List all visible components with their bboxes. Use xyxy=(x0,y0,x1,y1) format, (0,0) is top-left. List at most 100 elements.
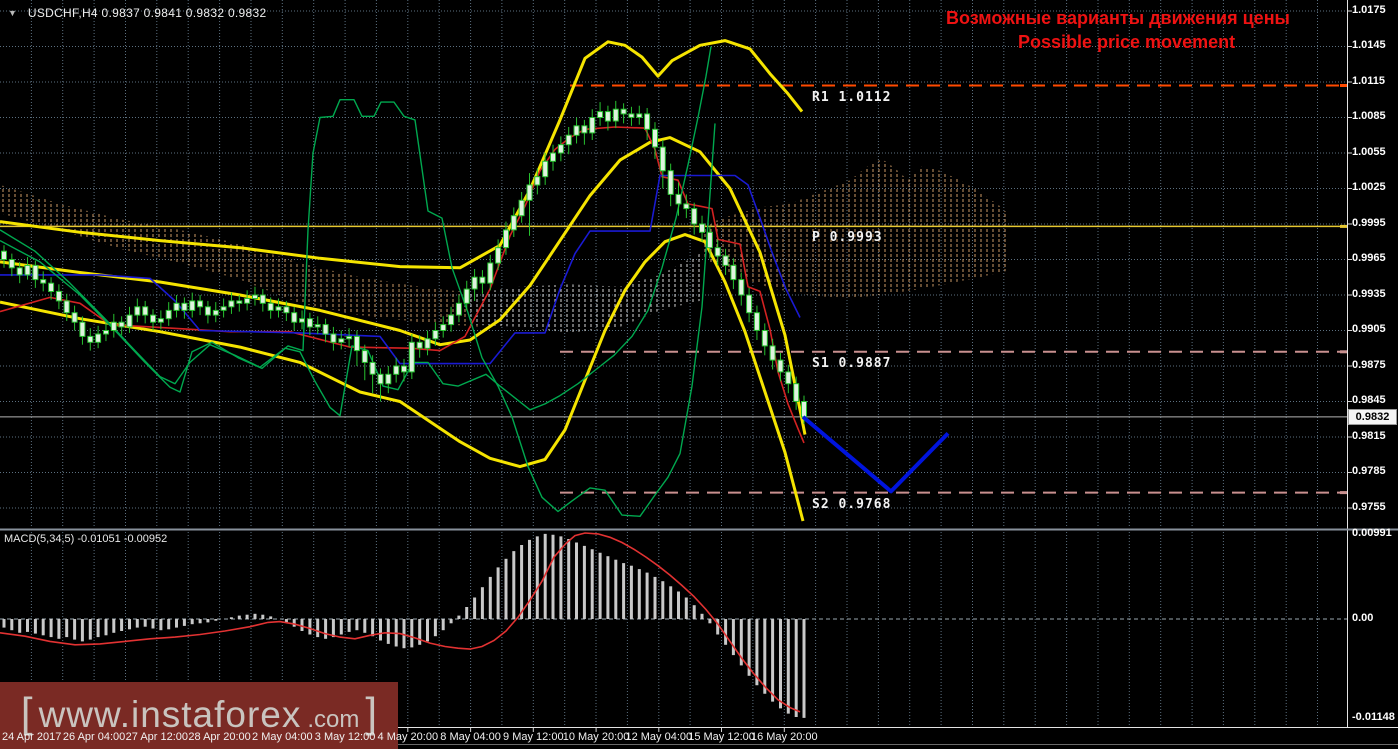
price-axis-label: 0.9995 xyxy=(1352,216,1386,229)
candle-body xyxy=(785,371,792,385)
level-axis-mark xyxy=(1340,84,1347,87)
candle-body xyxy=(557,144,564,154)
candle-body xyxy=(220,306,227,311)
candle-body xyxy=(40,279,47,284)
candle-body xyxy=(471,276,478,290)
level-label-s1: S1 0.9887 xyxy=(812,355,892,371)
candle-body xyxy=(8,259,15,269)
candle-body xyxy=(95,333,102,343)
candle-body xyxy=(652,128,658,148)
candle-body xyxy=(236,300,243,304)
macd-axis-label: -0.01148 xyxy=(1352,710,1395,723)
candle-body xyxy=(118,321,125,328)
candle-body xyxy=(777,359,784,373)
price-axis-label: 1.0175 xyxy=(1352,4,1386,16)
candle-body xyxy=(448,314,455,326)
candle-body xyxy=(338,338,345,343)
candle-body xyxy=(495,247,502,264)
macd-axis-label: 0.00 xyxy=(1352,612,1374,624)
level-label-r1: R1 1.0112 xyxy=(812,89,892,105)
candle-body xyxy=(299,318,305,323)
price-axis-label: 1.0055 xyxy=(1352,145,1386,158)
price-axis-label: 0.9905 xyxy=(1352,323,1386,336)
candle-body xyxy=(16,267,23,276)
time-axis-label: 16 May 20:00 xyxy=(750,731,818,743)
candle-body xyxy=(110,321,117,332)
candle-body xyxy=(142,306,149,316)
candle-body xyxy=(283,306,290,314)
time-axis-label: 12 May 04:00 xyxy=(625,731,693,743)
candle-body xyxy=(259,294,266,304)
candle-body xyxy=(385,373,392,385)
price-axis-label: 1.0115 xyxy=(1352,74,1386,87)
candle-body xyxy=(267,302,274,311)
candle-body xyxy=(620,108,627,115)
price-axis-label: 0.9785 xyxy=(1352,465,1386,478)
candle-body xyxy=(636,113,643,118)
candle-body xyxy=(706,231,713,249)
time-axis-label: 15 May 12:00 xyxy=(688,731,755,743)
price-projection-line xyxy=(801,415,950,494)
symbol-title: ▼ USDCHF,H4 0.9837 0.9841 0.9832 0.9832 xyxy=(8,6,266,20)
level-axis-mark xyxy=(1340,491,1347,495)
candle-body xyxy=(134,306,141,316)
time-axis-label: 8 May 04:00 xyxy=(440,731,501,743)
candle-body xyxy=(612,108,619,122)
candle-body xyxy=(518,199,525,217)
candle-body xyxy=(730,264,737,281)
candle-body xyxy=(291,312,298,323)
candle-body xyxy=(126,314,133,328)
time-axis-label: 10 May 20:00 xyxy=(562,731,630,743)
level-axis-mark xyxy=(1340,224,1347,228)
candle-body xyxy=(440,324,447,332)
candle-body xyxy=(581,125,588,134)
candle-body xyxy=(322,324,329,335)
triangle-down-icon[interactable]: ▼ xyxy=(8,8,17,18)
level-label-p: P 0.9993 xyxy=(812,230,883,246)
macd-axis-label: 0.00991 xyxy=(1352,526,1392,539)
candle-body xyxy=(675,193,682,205)
price-axis-label: 0.9935 xyxy=(1352,287,1386,300)
candle-body xyxy=(55,290,62,302)
chart-canvas[interactable] xyxy=(0,0,1398,749)
candle-body xyxy=(252,294,258,299)
candle-body xyxy=(573,125,580,136)
candle-body xyxy=(346,335,353,340)
grid-layer xyxy=(0,0,1347,727)
candle-body xyxy=(738,279,745,296)
candle-body xyxy=(769,345,776,361)
candle-body xyxy=(401,365,407,373)
candle-body xyxy=(330,333,337,343)
candle-body xyxy=(63,300,70,314)
macd-indicator-label: MACD(5,34,5) -0.01051 -0.00952 xyxy=(4,533,168,545)
candle-body xyxy=(416,341,423,349)
candle-body xyxy=(526,184,533,201)
candle-body xyxy=(377,373,384,385)
candle-body xyxy=(589,117,596,134)
candle-body xyxy=(424,338,431,349)
candle-body xyxy=(628,113,635,118)
chart-window: [ www.instaforex .com ] ▼ USDCHF,H4 0.98… xyxy=(0,0,1398,749)
candle-body xyxy=(463,288,470,304)
candle-body xyxy=(510,215,517,231)
price-axis-label: 0.9815 xyxy=(1352,429,1386,442)
time-axis-label: 4 May 20:00 xyxy=(377,731,439,743)
candle-body xyxy=(683,203,690,210)
candle-body xyxy=(722,255,729,266)
candle-body xyxy=(550,152,556,162)
current-price-tag: 0.9832 xyxy=(1348,408,1397,425)
annotation-line-en: Possible price movement xyxy=(1018,32,1236,52)
candle-body xyxy=(181,302,188,311)
price-axis-label: 0.9845 xyxy=(1352,394,1386,407)
candle-body xyxy=(793,383,800,402)
candle-body xyxy=(565,134,572,146)
candle-body xyxy=(1,250,7,260)
candle-body xyxy=(306,318,313,328)
price-axis-label: 0.9875 xyxy=(1352,358,1386,371)
level-label-s2: S2 0.9768 xyxy=(812,496,892,512)
candle-body xyxy=(503,229,509,249)
candle-body xyxy=(393,365,400,375)
candle-body xyxy=(746,294,753,314)
candle-body xyxy=(479,276,486,284)
candle-body xyxy=(534,176,541,186)
